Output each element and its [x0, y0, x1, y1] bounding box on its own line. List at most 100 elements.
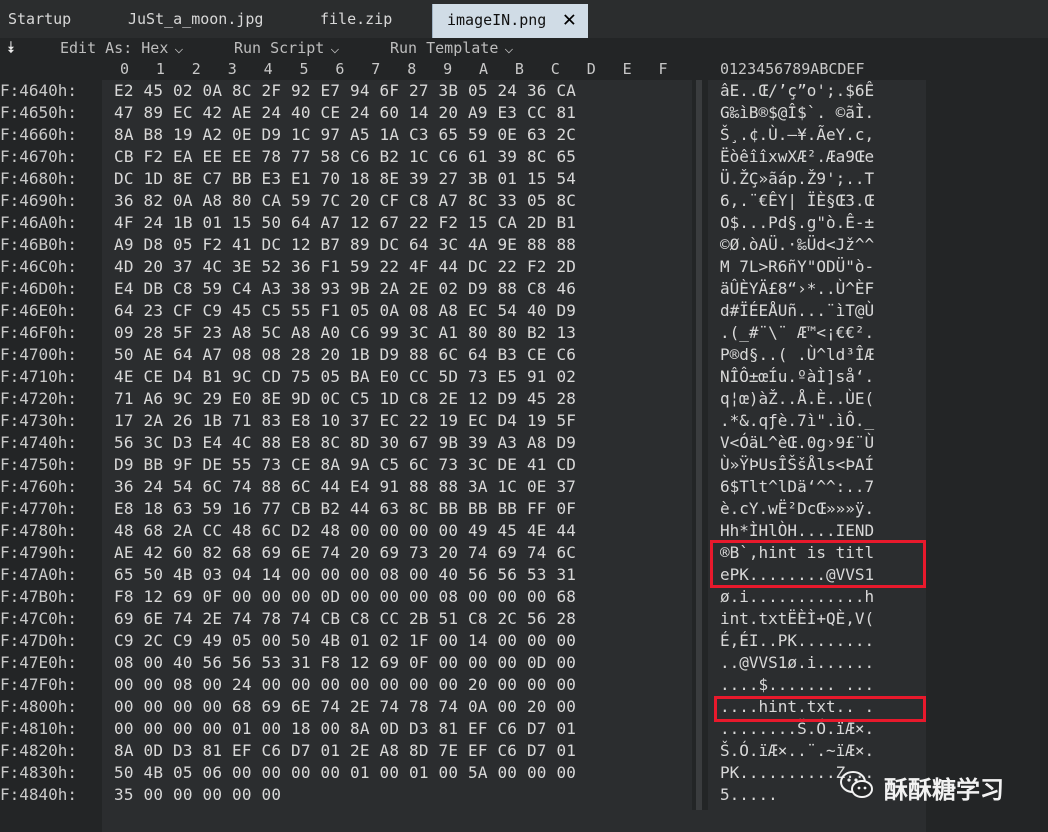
row-hex-bytes[interactable]: DC 1D 8E C7 BB E3 E1 70 18 8E 39 27 3B 0… [114, 168, 576, 190]
row-hex-bytes[interactable]: 00 00 08 00 24 00 00 00 00 00 00 00 20 0… [114, 674, 576, 696]
run-template-label: Run Template [390, 39, 499, 57]
row-ascii[interactable]: M 7L>R6ñY"ODÜ"ò- [720, 256, 874, 278]
row-hex-bytes[interactable]: 50 4B 05 06 00 00 00 00 01 00 01 00 5A 0… [114, 762, 576, 784]
row-address: F:4800h: [0, 697, 78, 716]
tab-label: JuSt_a_moon.jpg [128, 10, 264, 28]
panel-splitter[interactable] [696, 80, 702, 810]
row-ascii[interactable]: ø.i............h [720, 586, 874, 608]
row-hex-bytes[interactable]: 08 00 40 56 56 53 31 F8 12 69 0F 00 00 0… [114, 652, 576, 674]
row-address: F:47B0h: [0, 587, 78, 606]
row-hex-bytes[interactable]: 65 50 4B 03 04 14 00 00 00 08 00 40 56 5… [114, 564, 576, 586]
row-hex-bytes[interactable]: AE 42 60 82 68 69 6E 74 20 69 73 20 74 6… [114, 542, 576, 564]
row-hex-bytes[interactable]: E4 DB C8 59 C4 A3 38 93 9B 2A 2E 02 D9 8… [114, 278, 576, 300]
row-address: F:4710h: [0, 367, 78, 386]
row-ascii[interactable]: ©Ø.òAÜ.·‰Üd<Jž^^ [720, 234, 874, 256]
hex-column-label: A [479, 60, 489, 78]
row-address: F:4790h: [0, 543, 78, 562]
hex-column-label: 2 [191, 60, 201, 78]
row-address: F:46B0h: [0, 235, 78, 254]
row-ascii[interactable]: 6$Tlt^lDä‘^^:..7 [720, 476, 874, 498]
chevron-down-icon: ⌵ [174, 39, 184, 57]
row-ascii[interactable]: âE..Œ/’ç”o';.$6Ê [720, 80, 874, 102]
row-ascii[interactable]: G‰ìB®$@Î$`. ©ãÌ. [720, 102, 874, 124]
run-script-menu[interactable]: Run Script ⌵ [234, 39, 339, 57]
row-address: F:4750h: [0, 455, 78, 474]
row-hex-bytes[interactable]: A9 D8 05 F2 41 DC 12 B7 89 DC 64 3C 4A 9… [114, 234, 576, 256]
row-hex-bytes[interactable]: 36 24 54 6C 74 88 6C 44 E4 91 88 88 3A 1… [114, 476, 576, 498]
row-hex-bytes[interactable]: 4D 20 37 4C 3E 52 36 F1 59 22 4F 44 DC 2… [114, 256, 576, 278]
hex-column-label: 6 [335, 60, 345, 78]
row-ascii[interactable]: V<ÓäL^èŒ.0g›9£¨Ù [720, 432, 874, 454]
row-hex-bytes[interactable]: CB F2 EA EE EE 78 77 58 C6 B2 1C C6 61 3… [114, 146, 576, 168]
row-ascii[interactable]: É,ÉI..PK........ [720, 630, 874, 652]
row-hex-bytes[interactable]: E8 18 63 59 16 77 CB B2 44 63 8C BB BB B… [114, 498, 576, 520]
row-ascii[interactable]: è.cY.wË²DcŒ»»»ÿ. [720, 498, 874, 520]
hex-column-label: D [586, 60, 596, 78]
row-hex-bytes[interactable]: D9 BB 9F DE 55 73 CE 8A 9A C5 6C 73 3C D… [114, 454, 576, 476]
row-ascii[interactable]: 5..... [720, 784, 778, 806]
row-ascii[interactable]: .(_#¨\¨ Æ™<¡€€². [720, 322, 874, 344]
hex-column-label: E [622, 60, 632, 78]
row-hex-bytes[interactable]: 4F 24 1B 01 15 50 64 A7 12 67 22 F2 15 C… [114, 212, 576, 234]
row-hex-bytes[interactable]: 36 82 0A A8 80 CA 59 7C 20 CF C8 A7 8C 3… [114, 190, 576, 212]
collapse-icon[interactable]: ⯯ [6, 38, 16, 58]
row-ascii[interactable]: Ü.ŽÇ»ãáp.Ž9';..T [720, 168, 874, 190]
row-ascii[interactable]: q¦œ)àŽ..Å.È..ÙE( [720, 388, 874, 410]
row-hex-bytes[interactable]: 48 68 2A CC 48 6C D2 48 00 00 00 00 49 4… [114, 520, 576, 542]
edit-as-menu[interactable]: Edit As: Hex ⌵ [60, 39, 183, 57]
row-ascii[interactable]: d#ÏÉEÅUñ...¨ìT@Ù [720, 300, 874, 322]
close-icon[interactable]: ✕ [563, 4, 576, 36]
row-hex-bytes[interactable]: 00 00 00 00 01 00 18 00 8A 0D D3 81 EF C… [114, 718, 576, 740]
tab-imagein-png[interactable]: imageIN.png ✕ [432, 4, 588, 38]
row-ascii[interactable]: NÎÔ±œÍu.ºàÌ]så‘. [720, 366, 874, 388]
row-hex-bytes[interactable]: 17 2A 26 1B 71 83 E8 10 37 EC 22 19 EC D… [114, 410, 576, 432]
row-hex-bytes[interactable]: 50 AE 64 A7 08 08 28 20 1B D9 88 6C 64 B… [114, 344, 576, 366]
row-ascii[interactable]: Hh*ÌHlÒH....IEND [720, 520, 874, 542]
row-hex-bytes[interactable]: 8A 0D D3 81 EF C6 D7 01 2E A8 8D 7E EF C… [114, 740, 576, 762]
row-hex-bytes[interactable]: 56 3C D3 E4 4C 88 E8 8C 8D 30 67 9B 39 A… [114, 432, 576, 454]
row-hex-bytes[interactable]: 71 A6 9C 29 E0 8E 9D 0C C5 1D C8 2E 12 D… [114, 388, 576, 410]
row-ascii[interactable]: 6‚.¨€ÊY| ÏÈ§Œ3.Œ [720, 190, 874, 212]
hex-column-label: 1 [155, 60, 165, 78]
row-ascii[interactable]: Š.Ó.ïÆ×..¨.~ïÆ×. [720, 740, 874, 762]
row-hex-bytes[interactable]: C9 2C C9 49 05 00 50 4B 01 02 1F 00 14 0… [114, 630, 576, 652]
row-hex-bytes[interactable]: 47 89 EC 42 AE 24 40 CE 24 60 14 20 A9 E… [114, 102, 576, 124]
row-ascii[interactable]: .*&.qƒè.7ì".ìÔ._ [720, 410, 874, 432]
row-hex-bytes[interactable]: 64 23 CF C9 45 C5 55 F1 05 0A 08 A8 EC 5… [114, 300, 576, 322]
tab-file-zip[interactable]: file.zip [312, 0, 422, 38]
row-hex-bytes[interactable]: 69 6E 74 2E 74 78 74 CB C8 CC 2B 51 C8 2… [114, 608, 576, 630]
row-hex-bytes[interactable]: 35 00 00 00 00 00 [114, 784, 281, 806]
row-address: F:4810h: [0, 719, 78, 738]
run-template-menu[interactable]: Run Template ⌵ [390, 39, 513, 57]
row-ascii[interactable]: O$...Pd§.g"ò.Ê-± [720, 212, 874, 234]
hex-column-label: 4 [263, 60, 273, 78]
row-hex-bytes[interactable]: F8 12 69 0F 00 00 00 0D 00 00 00 08 00 0… [114, 586, 576, 608]
highlight-box-hint-txt [714, 696, 926, 722]
highlight-box-hint [710, 540, 926, 588]
row-ascii[interactable]: ..@VVS1ø.i...... [720, 652, 874, 674]
row-hex-bytes[interactable]: 00 00 00 00 68 69 6E 74 2E 74 78 74 0A 0… [114, 696, 576, 718]
edit-as-label: Edit As: Hex [60, 39, 169, 57]
status-strip [102, 810, 926, 832]
tab-just-a-moon[interactable]: JuSt_a_moon.jpg [120, 0, 290, 38]
row-ascii[interactable]: Ù»ŸÞUsÎŠšÅls<ÞAÍ [720, 454, 874, 476]
row-address: F:4660h: [0, 125, 78, 144]
row-hex-bytes[interactable]: 4E CE D4 B1 9C CD 75 05 BA E0 CC 5D 73 E… [114, 366, 576, 388]
row-address: F:46D0h: [0, 279, 78, 298]
row-ascii[interactable]: P®d§..( .Ù^ld³ÎÆ [720, 344, 874, 366]
row-hex-bytes[interactable]: E2 45 02 0A 8C 2F 92 E7 94 6F 27 3B 05 2… [114, 80, 576, 102]
tab-startup[interactable]: Startup [0, 0, 100, 38]
hex-column-label: 5 [299, 60, 309, 78]
row-ascii[interactable]: ËòêîîxwXÆ².Æa9Œe [720, 146, 874, 168]
tab-label: Startup [8, 10, 72, 28]
row-ascii[interactable]: int.txtËÈÌ+QÈ,V( [720, 608, 874, 630]
row-hex-bytes[interactable]: 8A B8 19 A2 0E D9 1C 97 A5 1A C3 65 59 0… [114, 124, 576, 146]
row-address: F:4690h: [0, 191, 78, 210]
row-address: F:4720h: [0, 389, 78, 408]
row-ascii[interactable]: Š¸.¢.Ù.—¥.ÃeY.c, [720, 124, 874, 146]
row-hex-bytes[interactable]: 09 28 5F 23 A8 5C A8 A0 C6 99 3C A1 80 8… [114, 322, 576, 344]
row-address: F:4730h: [0, 411, 78, 430]
row-ascii[interactable]: ....$....... ... [720, 674, 874, 696]
hex-column-header: 0 1 2 3 4 5 6 7 8 9 A B C D E F [114, 60, 694, 78]
row-ascii[interactable]: äÛÈYÄ£8“›*..Ù^ÈF [720, 278, 874, 300]
